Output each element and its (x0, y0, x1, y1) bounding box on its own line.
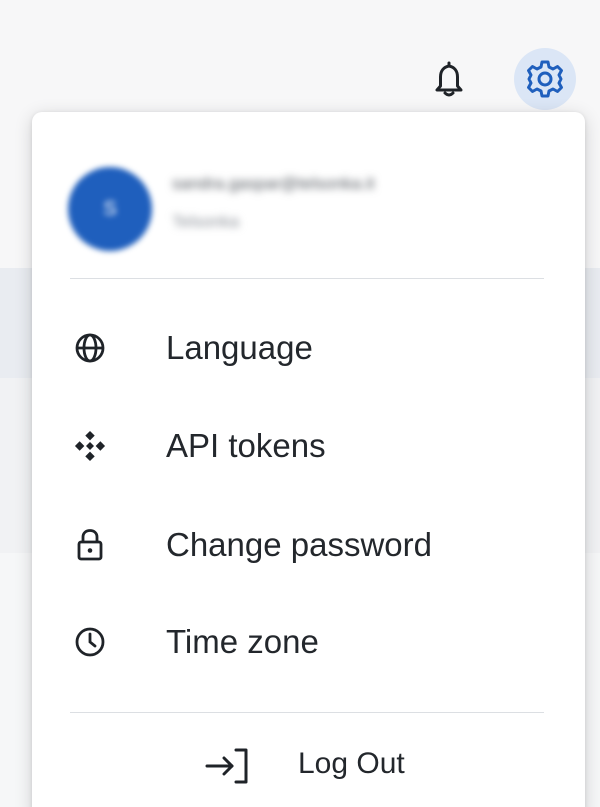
menu-item-label: Change password (166, 526, 432, 563)
logout-label: Log Out (298, 747, 405, 780)
account-menu: S sandra.gaspar@telsonka.it Telsonka Lan… (32, 112, 585, 807)
clock-icon (74, 626, 106, 658)
menu-item-label: API tokens (166, 427, 326, 464)
page: S sandra.gaspar@telsonka.it Telsonka Lan… (0, 0, 600, 807)
user-organization: Telsonka (172, 212, 240, 231)
lock-icon (74, 529, 106, 561)
user-email: sandra.gaspar@telsonka.it (172, 174, 375, 193)
gear-icon (527, 60, 563, 98)
menu-item-label: Time zone (166, 623, 319, 660)
api-token-icon (74, 430, 106, 462)
menu-item-change-password[interactable]: Change password (32, 499, 585, 591)
user-profile: S sandra.gaspar@telsonka.it Telsonka (32, 112, 585, 278)
menu-divider (70, 712, 544, 713)
menu-item-api-tokens[interactable]: API tokens (32, 400, 585, 492)
notifications-button[interactable] (432, 58, 466, 100)
menu-item-language[interactable]: Language (32, 302, 585, 394)
logout-icon (204, 746, 250, 786)
menu-divider (70, 278, 544, 279)
top-bar (0, 0, 600, 115)
menu-item-label: Language (166, 329, 313, 366)
menu-item-time-zone[interactable]: Time zone (32, 596, 585, 688)
logout-button[interactable]: Log Out (32, 722, 585, 807)
avatar: S (68, 167, 152, 251)
settings-button[interactable] (514, 48, 576, 110)
globe-icon (74, 332, 106, 364)
bell-icon (435, 61, 463, 97)
avatar-initial: S (103, 197, 117, 220)
